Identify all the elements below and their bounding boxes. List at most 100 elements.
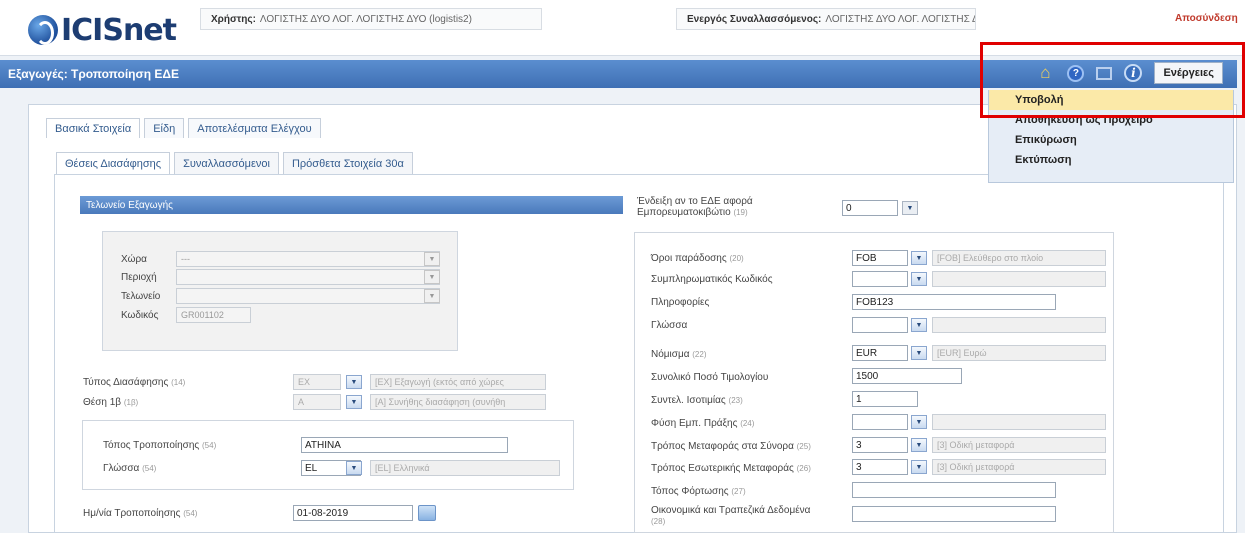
container-label: Ένδειξη αν το ΕΔΕ αφορά Εμπορευματοκιβώτι… <box>637 196 753 218</box>
mod-place-ref: (54) <box>202 441 217 450</box>
tab-basic-info[interactable]: Βασικά Στοιχεία <box>46 118 141 138</box>
pos1b-desc: [A] Συνήθης διασάφηση (συνήθη <box>370 394 546 410</box>
menu-item-print[interactable]: Εκτύπωση <box>989 150 1233 170</box>
currency-code[interactable]: EUR <box>852 345 908 361</box>
language-desc <box>932 317 1106 333</box>
code-field[interactable]: GR001102 <box>176 307 251 323</box>
transport-border-ref: (25) <box>796 442 811 451</box>
code-label: Κωδικός <box>121 310 159 321</box>
delivery-desc: [FOB] Ελεύθερο στο πλοίο <box>932 250 1106 266</box>
nature-text: Φύση Εμπ. Πράξης <box>651 418 738 429</box>
calendar-icon[interactable] <box>418 505 436 521</box>
pos1b-code[interactable]: A <box>293 394 341 410</box>
delivery-code[interactable]: FOB <box>852 250 908 266</box>
transport-inland-code[interactable]: 3 <box>852 459 908 475</box>
page-title: Εξαγωγές: Τροποποίηση ΕΔΕ <box>8 67 179 81</box>
total-input[interactable]: 1500 <box>852 368 962 384</box>
chevron-down-icon[interactable]: ▼ <box>424 270 440 284</box>
chevron-down-icon[interactable]: ▼ <box>911 438 927 452</box>
rate-text: Συντελ. Ισοτιμίας <box>651 395 726 406</box>
nature-ref: (24) <box>740 419 755 428</box>
chevron-down-icon[interactable]: ▼ <box>911 318 927 332</box>
container-select[interactable]: 0 <box>842 200 898 216</box>
code-value: GR001102 <box>181 310 224 320</box>
tab-additional-30a[interactable]: Πρόσθετα Στοιχεία 30α <box>282 152 413 174</box>
party-value: ΛΟΓΙΣΤΗΣ ΔΥΟ ΛΟΓ. ΛΟΓΙΣΤΗΣ ΔΥΟ (GR022255… <box>825 13 975 25</box>
menu-item-validate[interactable]: Επικύρωση <box>989 130 1233 150</box>
total-label: Συνολικό Ποσό Τιμολογίου <box>651 372 769 383</box>
chevron-down-icon[interactable]: ▼ <box>911 346 927 360</box>
chevron-down-icon[interactable]: ▼ <box>902 201 918 215</box>
supp-code-desc <box>932 271 1106 287</box>
tab-check-results[interactable]: Αποτελέσματα Ελέγχου <box>188 118 321 138</box>
currency-label: Νόμισμα (22) <box>651 349 707 360</box>
tab-items[interactable]: Είδη <box>144 118 185 138</box>
mod-date-ref: (54) <box>183 509 198 518</box>
mod-place-input[interactable]: ATHINA <box>301 437 508 453</box>
mod-lang-label: Γλώσσα (54) <box>103 463 156 474</box>
chevron-down-icon[interactable]: ▼ <box>424 252 440 266</box>
region-select[interactable] <box>176 269 440 285</box>
transport-border-text: Τρόπος Μεταφοράς στα Σύνορα <box>651 441 794 452</box>
nature-label: Φύση Εμπ. Πράξης (24) <box>651 418 754 429</box>
supp-code-select[interactable] <box>852 271 908 287</box>
icisnet-logo[interactable]: ICISnet <box>28 12 177 48</box>
rate-input[interactable]: 1 <box>852 391 918 407</box>
rate-ref: (23) <box>728 396 743 405</box>
sub-tabs: Θέσεις Διασάφησης Συναλλασσόμενοι Πρόσθε… <box>56 152 413 174</box>
info-label: Πληροφορίες <box>651 297 710 308</box>
financial-input[interactable] <box>852 506 1056 522</box>
logo-text: ICISnet <box>61 12 177 48</box>
info-input[interactable]: FOB123 <box>852 294 1056 310</box>
mod-lang-ref: (54) <box>142 464 157 473</box>
mod-place-text: Τόπος Τροποποίησης <box>103 440 200 451</box>
loading-place-ref: (27) <box>731 487 746 496</box>
nature-select[interactable] <box>852 414 908 430</box>
customs-select[interactable] <box>176 288 440 304</box>
chevron-down-icon[interactable]: ▼ <box>424 289 440 303</box>
transport-inland-ref: (26) <box>796 464 811 473</box>
container-text-1: Ένδειξη αν το ΕΔΕ αφορά <box>637 196 753 207</box>
decl-type-ref: (14) <box>171 378 186 387</box>
financial-label: Οικονομικά και Τραπεζικά Δεδομένα (28) <box>651 505 810 527</box>
delivery-label: Όροι παράδοσης (20) <box>651 253 744 264</box>
nature-desc <box>932 414 1106 430</box>
section-header-export-office: Τελωνείο Εξαγωγής <box>80 196 623 214</box>
mod-lang-text: Γλώσσα <box>103 463 140 474</box>
tab-parties[interactable]: Συναλλασσόμενοι <box>174 152 279 174</box>
chevron-down-icon[interactable]: ▼ <box>911 251 927 265</box>
logout-link[interactable]: Αποσύνδεση <box>1175 13 1238 24</box>
delivery-text: Όροι παράδοσης <box>651 253 727 264</box>
language-select[interactable] <box>852 317 908 333</box>
country-label: Χώρα <box>121 254 147 265</box>
supp-code-label: Συμπληρωματικός Κωδικός <box>651 274 773 285</box>
mod-place-label: Τόπος Τροποποίησης (54) <box>103 440 216 451</box>
main-tabs: Βασικά Στοιχεία Είδη Αποτελέσματα Ελέγχο… <box>46 118 321 138</box>
chevron-down-icon[interactable]: ▼ <box>346 461 362 475</box>
chevron-down-icon[interactable]: ▼ <box>911 460 927 474</box>
loading-place-text: Τόπος Φόρτωσης <box>651 486 729 497</box>
chevron-down-icon[interactable]: ▼ <box>346 395 362 409</box>
loading-place-label: Τόπος Φόρτωσης (27) <box>651 486 746 497</box>
globe-icon <box>28 15 58 45</box>
transport-border-code[interactable]: 3 <box>852 437 908 453</box>
user-label: Χρήστης: <box>211 13 256 25</box>
country-select[interactable]: --- <box>176 251 440 267</box>
decl-type-desc: [EX] Εξαγωγή (εκτός από χώρες <box>370 374 546 390</box>
loading-place-input[interactable] <box>852 482 1056 498</box>
currency-text: Νόμισμα <box>651 349 690 360</box>
tab-declaration-fields[interactable]: Θέσεις Διασάφησης <box>56 152 171 174</box>
mod-lang-desc: [EL] Ελληνικά <box>370 460 560 476</box>
rate-label: Συντελ. Ισοτιμίας (23) <box>651 395 743 406</box>
chevron-down-icon[interactable]: ▼ <box>346 375 362 389</box>
delivery-ref: (20) <box>729 254 744 263</box>
currency-ref: (22) <box>692 350 707 359</box>
decl-type-code[interactable]: EX <box>293 374 341 390</box>
chevron-down-icon[interactable]: ▼ <box>911 272 927 286</box>
transport-border-desc: [3] Οδική μεταφορά <box>932 437 1106 453</box>
mod-date-input[interactable]: 01-08-2019 <box>293 505 413 521</box>
chevron-down-icon[interactable]: ▼ <box>911 415 927 429</box>
transport-inland-desc: [3] Οδική μεταφορά <box>932 459 1106 475</box>
decl-type-label: Τύπος Διασάφησης (14) <box>83 377 185 388</box>
mod-date-text: Ημ/νία Τροποποίησης <box>83 508 181 519</box>
